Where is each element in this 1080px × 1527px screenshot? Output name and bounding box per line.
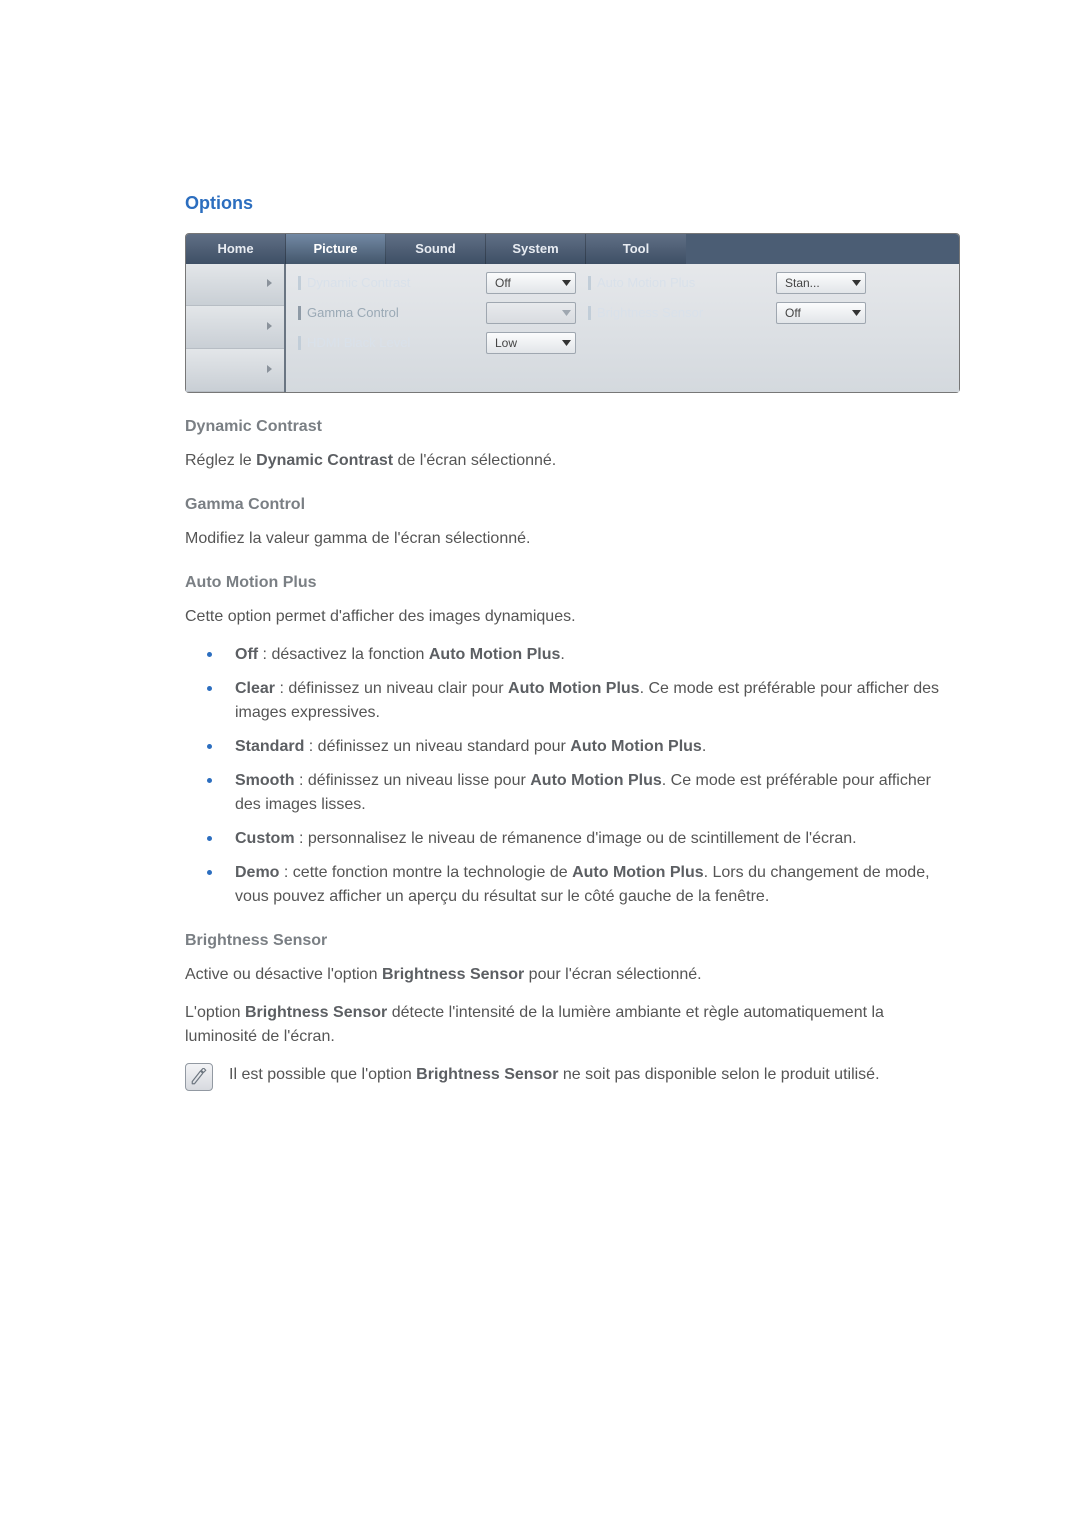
dynamic-contrast-label: Dynamic Contrast [298,273,474,293]
subtab-1[interactable] [186,264,284,307]
list-item: Off : désactivez la fonction Auto Motion… [185,643,960,667]
chevron-right-icon [266,315,274,339]
hdmi-black-level-label: HDMI Black Level [298,333,474,353]
list-item: Standard : définissez un niveau standard… [185,735,960,759]
chevron-down-icon [562,340,571,346]
note-text: Il est possible que l'option Brightness … [229,1063,880,1087]
note-row: Il est possible que l'option Brightness … [185,1063,960,1101]
subtab-2[interactable] [186,306,284,349]
dynamic-contrast-dropdown[interactable]: Off [486,272,576,294]
text-amp-intro: Cette option permet d'afficher des image… [185,605,960,629]
heading-gamma-control: Gamma Control [185,493,960,517]
list-item: Demo : cette fonction montre la technolo… [185,861,960,909]
auto-motion-plus-label: Auto Motion Plus [588,273,764,293]
amp-options-list: Off : désactivez la fonction Auto Motion… [185,643,960,909]
heading-dynamic-contrast: Dynamic Contrast [185,415,960,439]
subtab-strip [186,264,286,392]
heading-auto-motion-plus: Auto Motion Plus [185,571,960,595]
auto-motion-plus-dropdown[interactable]: Stan... [776,272,866,294]
chevron-right-icon [266,358,274,382]
tab-tool[interactable]: Tool [586,234,686,264]
dropdown-value: Off [785,304,801,322]
text-dynamic-contrast: Réglez le Dynamic Contrast de l'écran sé… [185,449,960,473]
chevron-down-icon [562,280,571,286]
brightness-sensor-dropdown[interactable]: Off [776,302,866,324]
tab-home[interactable]: Home [186,234,286,264]
page-title: Options [185,190,960,217]
chevron-down-icon [562,310,571,316]
brightness-sensor-label: Brightness Sensor [588,303,764,323]
text-bs-2: L'option Brightness Sensor détecte l'int… [185,1001,960,1049]
chevron-right-icon [266,272,274,296]
list-item: Custom : personnalisez le niveau de réma… [185,827,960,851]
options-grid: Dynamic Contrast Off Auto Motion Plus St… [286,264,959,392]
list-item: Smooth : définissez un niveau lisse pour… [185,769,960,817]
chevron-down-icon [852,280,861,286]
tab-system[interactable]: System [486,234,586,264]
hdmi-black-level-dropdown[interactable]: Low [486,332,576,354]
tabs-row: Home Picture Sound System Tool [186,234,959,264]
dropdown-value: Low [495,334,517,352]
tab-picture[interactable]: Picture [286,234,386,264]
text-gamma-control: Modifiez la valeur gamma de l'écran séle… [185,527,960,551]
gamma-control-label: Gamma Control [298,303,474,323]
dropdown-value: Stan... [785,274,820,292]
tab-sound[interactable]: Sound [386,234,486,264]
picture-options-panel: Home Picture Sound System Tool Dynamic C… [185,233,960,393]
note-icon [185,1063,213,1091]
heading-brightness-sensor: Brightness Sensor [185,929,960,953]
text-bs-1: Active ou désactive l'option Brightness … [185,963,960,987]
dropdown-value: Off [495,274,511,292]
gamma-control-dropdown [486,302,576,324]
subtab-3[interactable] [186,349,284,392]
chevron-down-icon [852,310,861,316]
list-item: Clear : définissez un niveau clair pour … [185,677,960,725]
